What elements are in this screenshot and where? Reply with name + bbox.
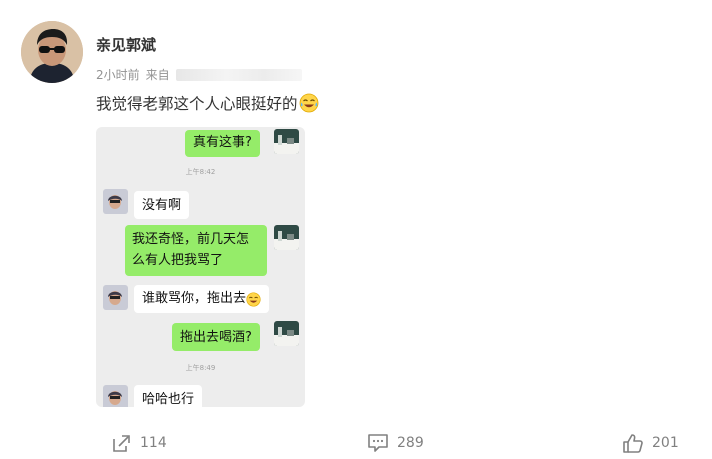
crying-laughing-emoji-icon <box>299 93 319 113</box>
share-button[interactable]: 114 <box>110 432 167 454</box>
chat-avatar-left <box>103 385 128 407</box>
source-prefix: 来自 <box>145 68 170 82</box>
share-icon <box>113 435 130 452</box>
chat-message-line: 么有人把我骂了 <box>132 253 224 268</box>
chat-message-left: 哈哈也行 <box>134 385 203 407</box>
comment-icon <box>368 434 388 452</box>
action-bar: 114 289 201 <box>0 432 712 454</box>
username[interactable]: 亲见郭斌 <box>96 34 156 55</box>
share-count: 114 <box>140 435 167 451</box>
chat-message-right: 真有这事? <box>185 130 260 157</box>
chat-timestamp: 上午8:49 <box>185 364 216 372</box>
like-button[interactable]: 201 <box>622 432 679 454</box>
chat-avatar-right <box>274 225 299 250</box>
thumbs-up-icon <box>623 434 643 453</box>
chat-message-left: 谁敢骂你，拖出去 <box>134 285 270 313</box>
comment-button[interactable]: 289 <box>367 432 424 454</box>
chat-avatar-left <box>103 285 128 310</box>
chat-avatar-right <box>274 129 299 154</box>
chat-avatar-right <box>274 321 299 346</box>
chat-message-right: 我还奇怪，前几天怎 么有人把我骂了 <box>125 225 267 276</box>
like-count: 201 <box>652 435 679 451</box>
chat-screenshot[interactable]: 真有这事? 上午8:42 没有啊 我还奇怪，前几天怎 么有人把我骂了 谁敢骂你，… <box>96 127 305 407</box>
chat-message-left: 没有啊 <box>134 191 190 219</box>
chat-avatar-left <box>103 189 128 214</box>
post-meta: 2小时前 来自 <box>96 66 302 83</box>
post-text-content: 我觉得老郭这个人心眼挺好的 <box>96 95 298 113</box>
chat-message-text: 谁敢骂你，拖出去 <box>142 291 247 306</box>
user-avatar[interactable] <box>21 21 83 83</box>
chat-timestamp: 上午8:42 <box>185 168 216 176</box>
post-time[interactable]: 2小时前 <box>96 66 140 83</box>
comment-count: 289 <box>397 435 424 451</box>
laughing-emoji-icon <box>246 291 261 307</box>
post-text: 我觉得老郭这个人心眼挺好的 <box>96 92 319 114</box>
chat-message-right: 拖出去喝酒? <box>172 323 260 351</box>
chat-message-line: 我还奇怪，前几天怎 <box>132 232 250 247</box>
source-blurred <box>175 68 302 81</box>
